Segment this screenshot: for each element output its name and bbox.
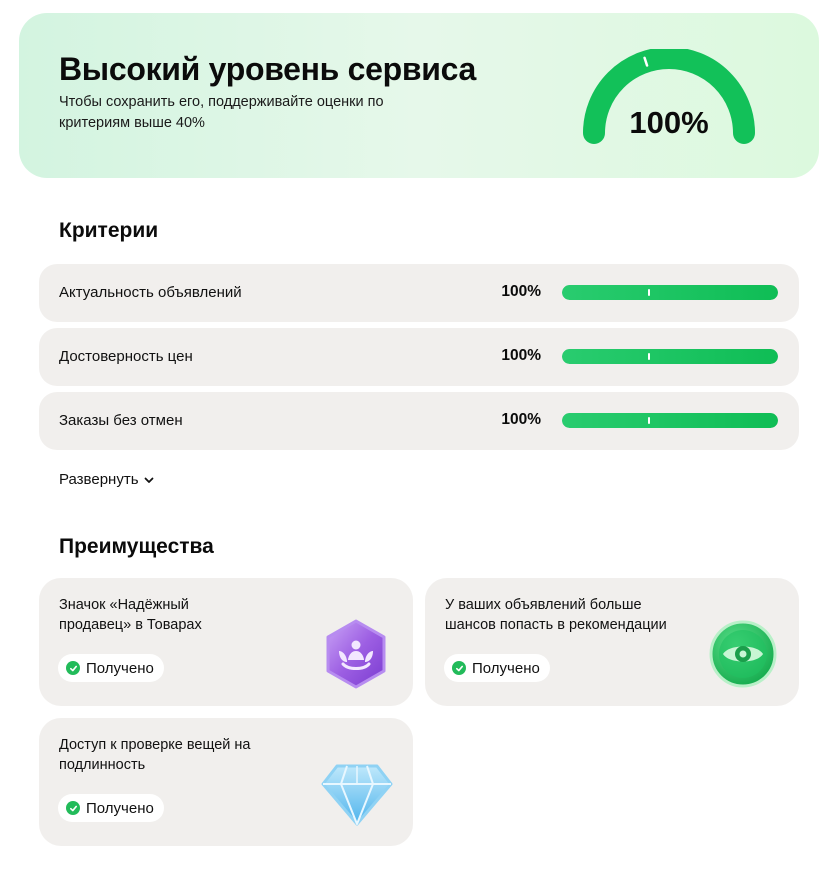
diamond-icon xyxy=(321,764,393,826)
benefit-card: Значок «Надёжный продавец» в Товарах Пол… xyxy=(39,578,413,706)
benefit-text: У ваших объявлений больше шансов попасть… xyxy=(445,597,667,633)
service-level-banner: Высокий уровень сервиса Чтобы сохранить … xyxy=(19,13,819,178)
criteria-row: Достоверность цен 100% xyxy=(39,328,799,386)
check-icon xyxy=(66,661,80,675)
criteria-progress-fill xyxy=(562,413,778,428)
criteria-label: Заказы без отмен xyxy=(59,412,183,429)
criteria-title: Критерии xyxy=(59,219,159,242)
benefit-text: Доступ к проверке вещей на подлинность xyxy=(59,737,251,773)
criteria-progress-bar xyxy=(562,413,778,428)
check-icon xyxy=(452,661,466,675)
expand-label: Развернуть xyxy=(59,471,139,488)
check-icon xyxy=(66,801,80,815)
criteria-row: Заказы без отмен 100% xyxy=(39,392,799,450)
status-label: Получено xyxy=(472,659,540,677)
criteria-progress-fill xyxy=(562,285,778,300)
expand-criteria-button[interactable]: Развернуть xyxy=(59,471,155,488)
criteria-value: 100% xyxy=(501,283,541,300)
status-label: Получено xyxy=(86,659,154,677)
criteria-progress-fill xyxy=(562,349,778,364)
hero-subtitle: Чтобы сохранить его, поддерживайте оценк… xyxy=(59,94,384,131)
criteria-label: Достоверность цен xyxy=(59,348,193,365)
benefits-title: Преимущества xyxy=(59,535,214,558)
criteria-row: Актуальность объявлений 100% xyxy=(39,264,799,322)
eye-badge-icon xyxy=(709,620,777,688)
benefit-card: Доступ к проверке вещей на подлинность П… xyxy=(39,718,413,846)
chevron-down-icon xyxy=(144,477,153,483)
criteria-progress-bar xyxy=(562,285,778,300)
status-badge: Получено xyxy=(58,654,164,682)
benefit-text: Значок «Надёжный продавец» в Товарах xyxy=(59,597,202,633)
status-label: Получено xyxy=(86,799,154,817)
service-level-gauge: 100% xyxy=(579,49,759,149)
criteria-value: 100% xyxy=(501,411,541,428)
criteria-value: 100% xyxy=(501,347,541,364)
criteria-progress-bar xyxy=(562,349,778,364)
status-badge: Получено xyxy=(58,794,164,822)
status-badge: Получено xyxy=(444,654,550,682)
benefit-card: У ваших объявлений больше шансов попасть… xyxy=(425,578,799,706)
criteria-label: Актуальность объявлений xyxy=(59,284,242,301)
hero-title: Высокий уровень сервиса xyxy=(59,51,477,87)
gauge-value: 100% xyxy=(629,105,709,140)
lotus-badge-icon xyxy=(326,619,386,689)
